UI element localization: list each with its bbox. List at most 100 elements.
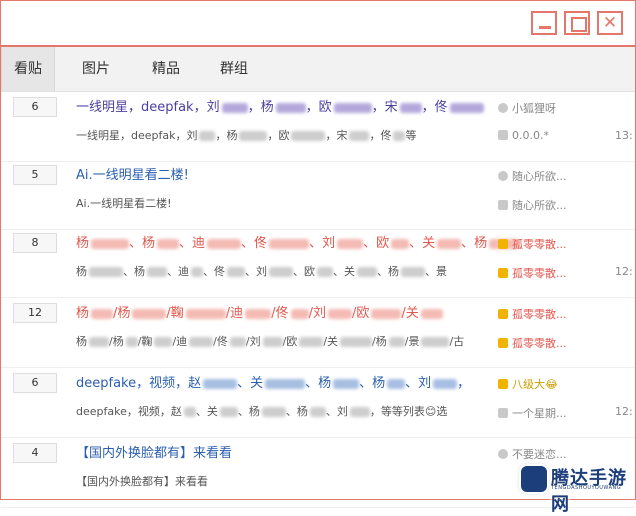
thread-author[interactable]: 小狐狸呀 [498,100,556,116]
redacted-name-blur [185,308,226,319]
thread-title-text: 、佟 [241,236,268,251]
thread-title-text: ，杨 [247,100,274,115]
thread-preview-text: 、关 [195,405,218,418]
thread-row[interactable]: 5 Ai.一线明星看二楼! Ai.一线明星看二楼! 随心所欲... 随心所欲... [1,161,635,230]
redacted-name-blur [401,267,425,277]
user-icon [498,103,508,113]
last-reply-user: 孤零零散... [512,267,567,280]
redacted-name-blur [349,131,370,141]
member-badge-icon [498,379,508,389]
thread-title-text: 、关 [409,236,436,251]
redacted-name-blur [207,238,242,249]
comment-icon [498,338,508,348]
thread-preview-text: /鞠 [137,335,153,348]
last-reply-user: 0.0.0.* [512,129,549,142]
last-reply-time: 12: [615,405,633,418]
thread-preview: Ai.一线明星看二楼! [76,195,172,211]
thread-title[interactable]: 一线明星，deepfak，刘 ，杨 ，欧 ，宋 ，佟 [76,96,484,115]
thread-row[interactable]: 6 一线明星，deepfak，刘 ，杨 ，欧 ，宋 ，佟 一线明星，deepfak，刘 ，杨，… [1,93,635,162]
thread-row[interactable]: 8 杨、杨 、迪 、佟 、刘 、欧 、关 、杨杨、杨 、迪 、佟 、刘 、欧 、关 、杨 、景 孤零零散...… [1,229,635,298]
redacted-name-blur [449,102,484,113]
watermark-logo-icon [521,466,547,492]
minimize-button[interactable] [531,11,557,35]
redacted-name-blur [157,238,180,249]
minimize-icon [539,26,551,29]
maximize-icon [571,17,587,32]
tab-groups[interactable]: 群组 [209,47,259,91]
thread-title-text: 杨 [76,306,90,321]
thread-title-text: 、迪 [179,236,206,251]
redacted-name-blur [189,337,214,347]
thread-row[interactable]: 6 deepfake，视频，赵 、关 、杨 、杨 、刘， deepfake，视频，赵 、关 、杨… [1,369,635,438]
thread-preview-text: /杨 [109,335,124,348]
thread-preview-text: 、迪 [167,265,189,278]
redacted-name-blur [154,337,173,347]
redacted-name-blur [199,131,216,141]
redacted-name-blur [290,308,309,319]
thread-title-text: 杨 [76,236,90,251]
thread-preview-text: 杨 [76,265,87,278]
thread-preview: 杨/杨/鞠/迪/佟/刘/欧/关/杨/景/古 [76,333,464,349]
thread-title[interactable]: 【国内外换脸都有】来看看 [76,442,232,461]
thread-author[interactable]: 不要迷恋... [498,446,567,462]
last-reply-user: 一个星期... [512,407,567,420]
last-reply[interactable]: 孤零零散... [498,335,567,351]
redacted-name-blur [265,378,306,389]
redacted-name-blur [337,238,364,249]
thread-author[interactable]: 随心所欲... [498,168,567,184]
redacted-name-blur [291,131,326,141]
thread-title-text: 、杨 [305,376,332,391]
comment-icon [498,268,508,278]
thread-preview-text: 、关 [333,265,355,278]
last-reply[interactable]: 0.0.0.* [498,129,549,142]
thread-preview-text: 【国内外换脸都有】来看看 [76,475,208,488]
thread-preview-text: 、杨 [123,265,145,278]
thread-title-text: 一线明星，deepfak，刘 [76,100,220,115]
reply-count-badge: 4 [13,443,57,463]
thread-title[interactable]: 杨/杨/鞠/迪/佟/刘/欧/关 [76,302,443,321]
redacted-name-blur [269,267,293,277]
thread-author[interactable]: 孤零零散... [498,306,567,322]
redacted-name-blur [269,238,310,249]
last-reply[interactable]: 孤零零散... [498,265,567,281]
redacted-name-blur [391,238,410,249]
thread-preview-text: /欧 [282,335,298,348]
tab-featured[interactable]: 精品 [141,47,191,91]
thread-title-text: /佟 [271,306,289,321]
site-watermark: 腾达手游网 TENGDASHOUYOUWANG [521,463,631,515]
thread-preview-text: 、杨 [285,405,308,418]
tab-images[interactable]: 图片 [71,47,121,91]
redacted-name-blur [333,378,360,389]
thread-author[interactable]: 孤零零散... [498,236,567,252]
reply-count-badge: 5 [13,165,57,185]
redacted-name-blur [239,131,268,141]
thread-preview-text: 、刘 [245,265,267,278]
member-badge-icon [498,309,508,319]
thread-preview-text: 、杨 [377,265,399,278]
redacted-name-blur [203,378,238,389]
last-reply[interactable]: 随心所欲... [498,197,567,213]
tab-posts[interactable]: 看贴 [1,47,55,91]
redacted-name-blur [437,238,462,249]
thread-author[interactable]: 八级大😂 [498,376,558,392]
last-reply[interactable]: 一个星期... [498,405,567,421]
thread-preview-text: /关 [323,335,339,348]
redacted-name-blur [399,102,422,113]
author-name: 孤零零散... [512,238,567,251]
close-button[interactable]: ✕ [597,11,623,35]
thread-row[interactable]: 12 杨/杨/鞠/迪/佟/刘/欧/关杨/杨/鞠/迪/佟/刘/欧/关/杨/景/古 孤零… [1,299,635,368]
thread-preview-text: /古 [449,335,465,348]
redacted-name-blur [125,337,138,347]
thread-title[interactable]: 杨 、杨 、迪 、佟 、刘 、欧 、关 、杨 [76,232,520,251]
redacted-name-blur [393,131,406,141]
thread-title[interactable]: deepfake，视频，赵 、关 、杨 、杨 、刘 ， [76,372,470,391]
redacted-name-blur [387,378,406,389]
redacted-name-blur [309,407,326,417]
forum-window: ✕ 看贴 图片 精品 群组 6 一线明星，deepfak，刘 ，杨 ，欧 ，宋 ，佟 一线明… [0,0,636,515]
redacted-name-blur [227,267,245,277]
thread-title[interactable]: Ai.一线明星看二楼! [76,164,189,183]
thread-preview-text: 、景 [425,265,447,278]
maximize-button[interactable] [564,11,590,35]
redacted-name-blur [371,308,402,319]
thread-preview-text: 等 [405,129,417,142]
